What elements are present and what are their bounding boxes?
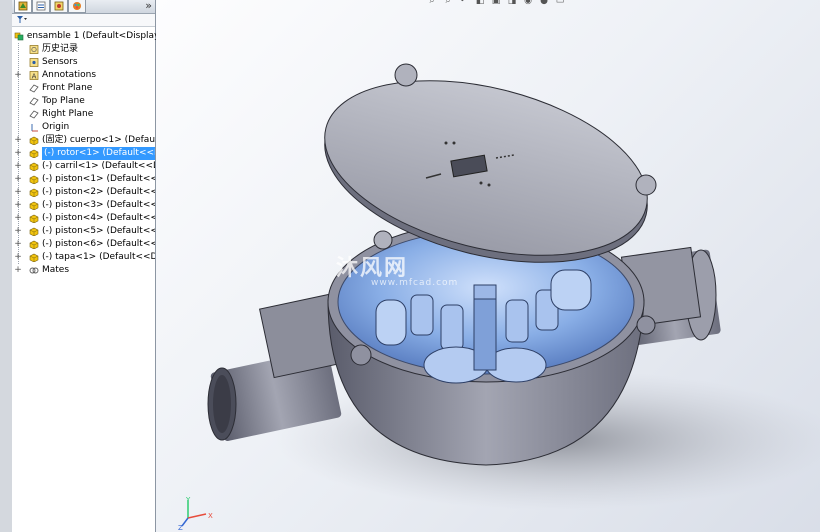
tree-item-label: (-) piston<4> (Default<<D xyxy=(42,213,155,223)
tree-item-label: Mates xyxy=(42,265,70,275)
part-icon xyxy=(29,136,39,146)
plane-icon xyxy=(29,84,39,93)
part-icon xyxy=(29,188,39,198)
feature-tree: 历史记录 Sensors + A Annotations Front Plane Top P… xyxy=(12,43,155,277)
model-render: Y X Z xyxy=(178,63,820,532)
expand-toggle-icon[interactable]: + xyxy=(14,186,22,199)
feature-tree-icon[interactable] xyxy=(14,0,32,13)
expand-toggle-icon[interactable]: + xyxy=(14,160,22,173)
tree-item[interactable]: Origin xyxy=(12,121,155,134)
expand-toggle-icon[interactable]: + xyxy=(14,199,22,212)
mates-icon xyxy=(29,266,39,275)
tree-item[interactable]: + (-) piston<1> (Default<<D xyxy=(12,173,155,186)
tree-item[interactable]: + (-) tapa<1> (Default<<De xyxy=(12,251,155,264)
tree-root-assembly[interactable]: ensamble 1 (Default<Display xyxy=(14,30,159,42)
tree-item-label: Front Plane xyxy=(42,83,93,93)
tree-item[interactable]: Top Plane xyxy=(12,95,155,108)
tree-item-label: (-) piston<2> (Default<<D xyxy=(42,187,155,197)
filter-bar xyxy=(12,14,155,27)
expand-toggle-icon[interactable]: + xyxy=(14,69,22,82)
tree-item-label: (-) rotor<1> (Default<<De xyxy=(42,147,155,160)
feature-manager-panel: » ensamble 1 (Default<Display 历史记录 Sensor… xyxy=(12,0,159,532)
tree-item[interactable]: + (-) piston<2> (Default<<D xyxy=(12,186,155,199)
tree-item[interactable]: + Mates xyxy=(12,264,155,277)
tree-item-label: Top Plane xyxy=(42,96,85,106)
manager-tabs: » xyxy=(12,0,155,14)
expand-toggle-icon[interactable]: + xyxy=(14,264,22,277)
rotor xyxy=(473,284,497,371)
tree-item[interactable]: + (-) piston<3> (Default<<D xyxy=(12,199,155,212)
history-icon xyxy=(29,45,39,54)
tree-item[interactable]: + (固定) cuerpo<1> (Default xyxy=(12,134,155,147)
tree-item-label: (-) carril<1> (Default<<De xyxy=(42,161,155,171)
tree-item[interactable]: + (-) piston<5> (Default<<D xyxy=(12,225,155,238)
plane-icon xyxy=(29,110,39,119)
tree-item-label: (-) piston<3> (Default<<D xyxy=(42,200,155,210)
tree-item-label: (-) piston<5> (Default<<D xyxy=(42,226,155,236)
tree-root-label: ensamble 1 (Default<Display xyxy=(26,31,160,41)
tree-item-label: 历史记录 xyxy=(42,44,79,54)
sensors-icon xyxy=(29,58,39,67)
tree-item[interactable]: Right Plane xyxy=(12,108,155,121)
tree-item-label: (-) piston<1> (Default<<D xyxy=(42,174,155,184)
part-icon xyxy=(29,149,39,159)
triad-z-label: Z xyxy=(178,524,183,532)
tree-item-label: (-) piston<6> (Default<<D xyxy=(42,239,155,249)
assembly-icon xyxy=(14,31,24,41)
part-icon xyxy=(29,175,39,185)
part-icon xyxy=(29,227,39,237)
tree-item-label: (-) tapa<1> (Default<<De xyxy=(42,252,155,262)
expand-toggle-icon[interactable]: + xyxy=(14,238,22,251)
expand-toggle-icon[interactable]: + xyxy=(14,134,22,147)
tree-item[interactable]: + (-) piston<4> (Default<<D xyxy=(12,212,155,225)
tree-item[interactable]: + (-) piston<6> (Default<<D xyxy=(12,238,155,251)
tree-item-label: (固定) cuerpo<1> (Default xyxy=(42,135,155,145)
property-manager-icon[interactable] xyxy=(32,0,50,13)
filter-icon[interactable] xyxy=(16,15,28,27)
tree-item-label: Annotations xyxy=(42,70,97,80)
expand-toggle-icon[interactable]: + xyxy=(14,225,22,238)
triad-x-label: X xyxy=(208,512,213,520)
configuration-manager-icon[interactable] xyxy=(50,0,68,13)
expand-toggle-icon[interactable]: + xyxy=(14,251,22,264)
plane-icon xyxy=(29,97,39,106)
expand-panel-button[interactable]: » xyxy=(145,0,152,12)
graphics-viewport[interactable]: ⌕ ⌕ ↶ ◧ ▣ ◨ ◉ ● ▭ Y X Z 沐风网 www.mfcad.co… xyxy=(156,0,820,532)
expand-toggle-icon[interactable]: + xyxy=(14,212,22,225)
tree-item[interactable]: 历史记录 xyxy=(12,43,155,56)
part-icon xyxy=(29,214,39,224)
expand-toggle-icon[interactable]: + xyxy=(14,173,22,186)
annotations-icon: A xyxy=(29,71,39,80)
origin-icon xyxy=(29,123,39,132)
watermark-subtitle: www.mfcad.com xyxy=(371,278,459,288)
part-icon xyxy=(29,240,39,250)
tree-item-label: Origin xyxy=(42,122,70,132)
expand-toggle-icon[interactable]: + xyxy=(14,147,22,160)
tree-item[interactable]: Front Plane xyxy=(12,82,155,95)
part-icon xyxy=(29,162,39,172)
tree-item[interactable]: Sensors xyxy=(12,56,155,69)
triad-y-label: Y xyxy=(185,496,191,504)
tree-item[interactable]: + (-) rotor<1> (Default<<De xyxy=(12,147,155,160)
tree-item[interactable]: + A Annotations xyxy=(12,69,155,82)
tree-item-label: Sensors xyxy=(42,57,78,67)
display-manager-icon[interactable] xyxy=(68,0,86,13)
tree-item[interactable]: + (-) carril<1> (Default<<De xyxy=(12,160,155,173)
part-icon xyxy=(29,253,39,263)
tree-item-label: Right Plane xyxy=(42,109,94,119)
svg-text:A: A xyxy=(32,72,37,80)
part-icon xyxy=(29,201,39,211)
